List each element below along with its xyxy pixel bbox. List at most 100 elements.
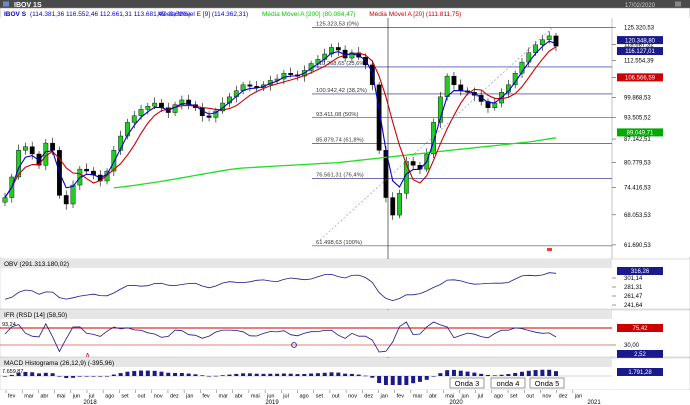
candle-body [539, 39, 545, 46]
candle-body [131, 115, 137, 123]
app-icon [3, 1, 9, 7]
macd-bar [71, 376, 76, 378]
macd-bar [492, 375, 497, 376]
macd-bar [145, 370, 150, 376]
month-label: fev [8, 394, 16, 400]
fib-label: 76.561,31 (76,4%) [316, 173, 364, 179]
month-label: jun [460, 394, 468, 400]
candle-body [206, 115, 212, 118]
month-label: set [510, 394, 518, 400]
macd-bar [404, 376, 409, 385]
y-tick-label: 93.505,52 [624, 115, 651, 121]
close-icon[interactable] [675, 1, 681, 7]
macd-bar [438, 373, 443, 376]
macd-bar [77, 376, 82, 377]
macd-label: MACD Histograma (26,12,9) (-395,96) [4, 360, 114, 367]
month-label: abr [40, 394, 48, 400]
ifr-top-value: 93,24 [2, 322, 16, 328]
macd-bar [254, 373, 259, 376]
month-label: dez [364, 394, 373, 400]
obv-tick-label: 241,64 [624, 303, 643, 309]
candle-body [84, 168, 90, 172]
month-label: nov [154, 394, 163, 400]
macd-bar [343, 373, 348, 376]
month-label: nov [542, 394, 551, 400]
macd-bar [64, 376, 69, 379]
candle-body [29, 146, 35, 155]
macd-bar [417, 376, 422, 382]
macd-bar [349, 373, 354, 376]
macd-bar [159, 371, 164, 376]
candle-body [444, 75, 450, 98]
title-bar [0, 0, 690, 8]
macd-bar [207, 375, 212, 377]
macd-bar [43, 372, 48, 376]
candle-body [492, 102, 498, 108]
macd-bar [533, 370, 538, 376]
macd-badge-label: 1.791,28 [628, 370, 652, 376]
fib-label: 85.879,74 (61,8%) [316, 138, 364, 144]
ifr-label: IFR (RSD [14] (58,50) [4, 312, 67, 319]
macd-bar [383, 376, 388, 385]
macd-bar [329, 372, 334, 376]
month-label: jul [88, 394, 95, 400]
macd-bar [370, 376, 375, 378]
macd-bar [111, 374, 116, 376]
macd-bar [445, 370, 450, 376]
macd-bar [451, 369, 456, 376]
macd-bar [472, 372, 477, 376]
fib-label: 125.323,53 (0%) [316, 22, 359, 28]
wave-label: onda 4 [497, 379, 520, 388]
header-symbol: IBOV S [4, 11, 27, 18]
macd-bar [247, 373, 252, 376]
macd-bar [322, 372, 327, 376]
wave-labels: Onda 3 onda 4 Onda 5 [449, 377, 565, 389]
y-tick-label: 68.053,53 [624, 213, 651, 219]
obv-label: OBV (291.313.180,02) [4, 261, 69, 268]
macd-bar [139, 370, 144, 376]
year-label: 2021 [587, 400, 601, 405]
macd-bar [98, 376, 103, 377]
macd-bar [50, 373, 55, 376]
month-label: jan [185, 394, 193, 400]
month-label: out [138, 394, 146, 400]
macd-bar [227, 374, 232, 376]
candle-body [288, 73, 294, 75]
macd-bar [84, 376, 89, 377]
month-label: mar [24, 394, 34, 400]
macd-bar [281, 373, 286, 376]
candle-body [397, 193, 402, 216]
obv-tick-label: 301,14 [624, 276, 643, 282]
month-label: out [526, 394, 534, 400]
month-label: fev [202, 394, 210, 400]
candle-body [410, 161, 416, 166]
price-badge-label: 106.566,59 [625, 76, 656, 82]
macd-bar [288, 373, 293, 376]
macd-bar [193, 374, 198, 376]
month-label: abr [235, 394, 243, 400]
macd-bar [166, 372, 171, 376]
month-label: jun [266, 394, 274, 400]
macd-bar [275, 373, 280, 376]
obv-badge: 316,26 [617, 267, 663, 275]
month-label: mai [57, 394, 66, 400]
macd-bar [411, 376, 416, 384]
macd-bar [336, 372, 341, 376]
macd-bar [57, 376, 62, 377]
macd-bar [179, 372, 184, 376]
macd-bar [173, 372, 178, 376]
macd-bar [23, 371, 28, 376]
wave-label: Onda 5 [535, 379, 560, 388]
month-label: jan [574, 394, 582, 400]
macd-bar [234, 373, 239, 376]
candle-body [546, 35, 552, 40]
macd-bar [125, 371, 130, 376]
macd-bar [268, 373, 273, 376]
candle-body [50, 142, 56, 151]
year-label: 2018 [83, 400, 97, 405]
ma-label-1: Média Móvel A [200] (80.084,47) [262, 11, 356, 18]
y-tick-label: 87.142,51 [624, 137, 651, 143]
macd-bar [186, 373, 191, 376]
month-label: nov [348, 394, 357, 400]
month-label: set [121, 394, 129, 400]
